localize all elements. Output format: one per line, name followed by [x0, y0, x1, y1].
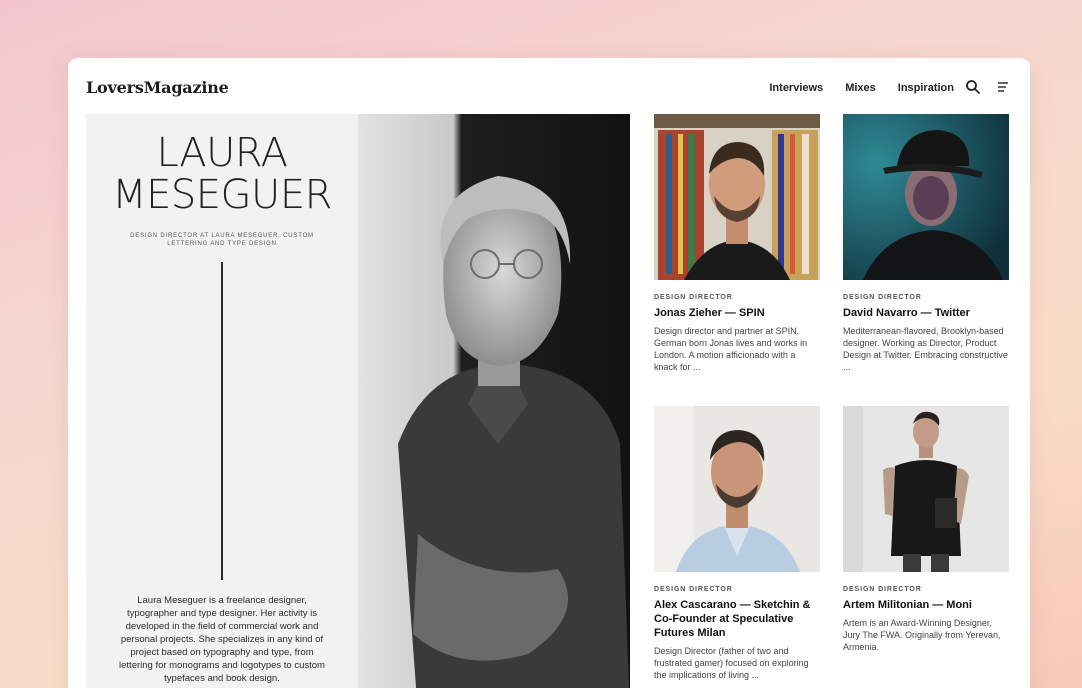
card-category: DESIGN DIRECTOR	[654, 586, 733, 593]
interview-card[interactable]: DESIGN DIRECTOR Artem Militonian — Moni …	[843, 406, 1009, 653]
card-title[interactable]: Jonas Zieher — SPIN	[654, 306, 820, 320]
card-category: DESIGN DIRECTOR	[843, 294, 922, 301]
card-description: Design director and partner at SPIN. Ger…	[654, 326, 808, 372]
nav-mixes[interactable]: Mixes	[845, 82, 876, 94]
top-nav: LoversMagazine Interviews Mixes Inspirat…	[68, 58, 1030, 114]
featured-portrait[interactable]	[358, 114, 630, 688]
featured-name[interactable]: LAURA MESEGUER	[86, 132, 358, 216]
card-photo[interactable]	[843, 406, 1009, 572]
card-title[interactable]: David Navarro — Twitter	[843, 306, 1009, 320]
featured-role: DESIGN DIRECTOR AT LAURA MESEGUER. CUSTO…	[130, 233, 314, 247]
card-description: Mediterranean-flavored, Brooklyn-based d…	[843, 326, 1008, 372]
card-category: DESIGN DIRECTOR	[654, 294, 733, 301]
card-description: Design Director (father of two and frust…	[654, 646, 809, 680]
card-category: DESIGN DIRECTOR	[843, 586, 922, 593]
interview-card[interactable]: DESIGN DIRECTOR Jonas Zieher — SPIN Desi…	[654, 114, 820, 373]
featured-bio: Laura Meseguer is a freelance designer, …	[119, 595, 325, 684]
nav-inspiration[interactable]: Inspiration	[898, 82, 954, 94]
search-icon[interactable]	[964, 78, 982, 96]
nav-links: Interviews Mixes Inspiration	[769, 82, 954, 94]
card-photo[interactable]	[654, 114, 820, 280]
card-title[interactable]: Artem Militonian — Moni	[843, 598, 1009, 612]
nav-interviews[interactable]: Interviews	[769, 82, 823, 94]
site-logo[interactable]: LoversMagazine	[86, 78, 229, 97]
interview-card[interactable]: DESIGN DIRECTOR Alex Cascarano — Sketchi…	[654, 406, 820, 681]
card-title[interactable]: Alex Cascarano — Sketchin & Co-Founder a…	[654, 598, 820, 640]
featured-interview-text: LAURA MESEGUER DESIGN DIRECTOR AT LAURA …	[86, 114, 358, 688]
menu-icon[interactable]	[994, 78, 1012, 96]
card-photo[interactable]	[654, 406, 820, 572]
interview-card[interactable]: DESIGN DIRECTOR David Navarro — Twitter …	[843, 114, 1009, 373]
card-description: Artem is an Award-Winning Designer, Jury…	[843, 618, 1001, 652]
vertical-divider	[221, 262, 223, 580]
card-photo[interactable]	[843, 114, 1009, 280]
browser-page: LoversMagazine Interviews Mixes Inspirat…	[68, 58, 1030, 688]
